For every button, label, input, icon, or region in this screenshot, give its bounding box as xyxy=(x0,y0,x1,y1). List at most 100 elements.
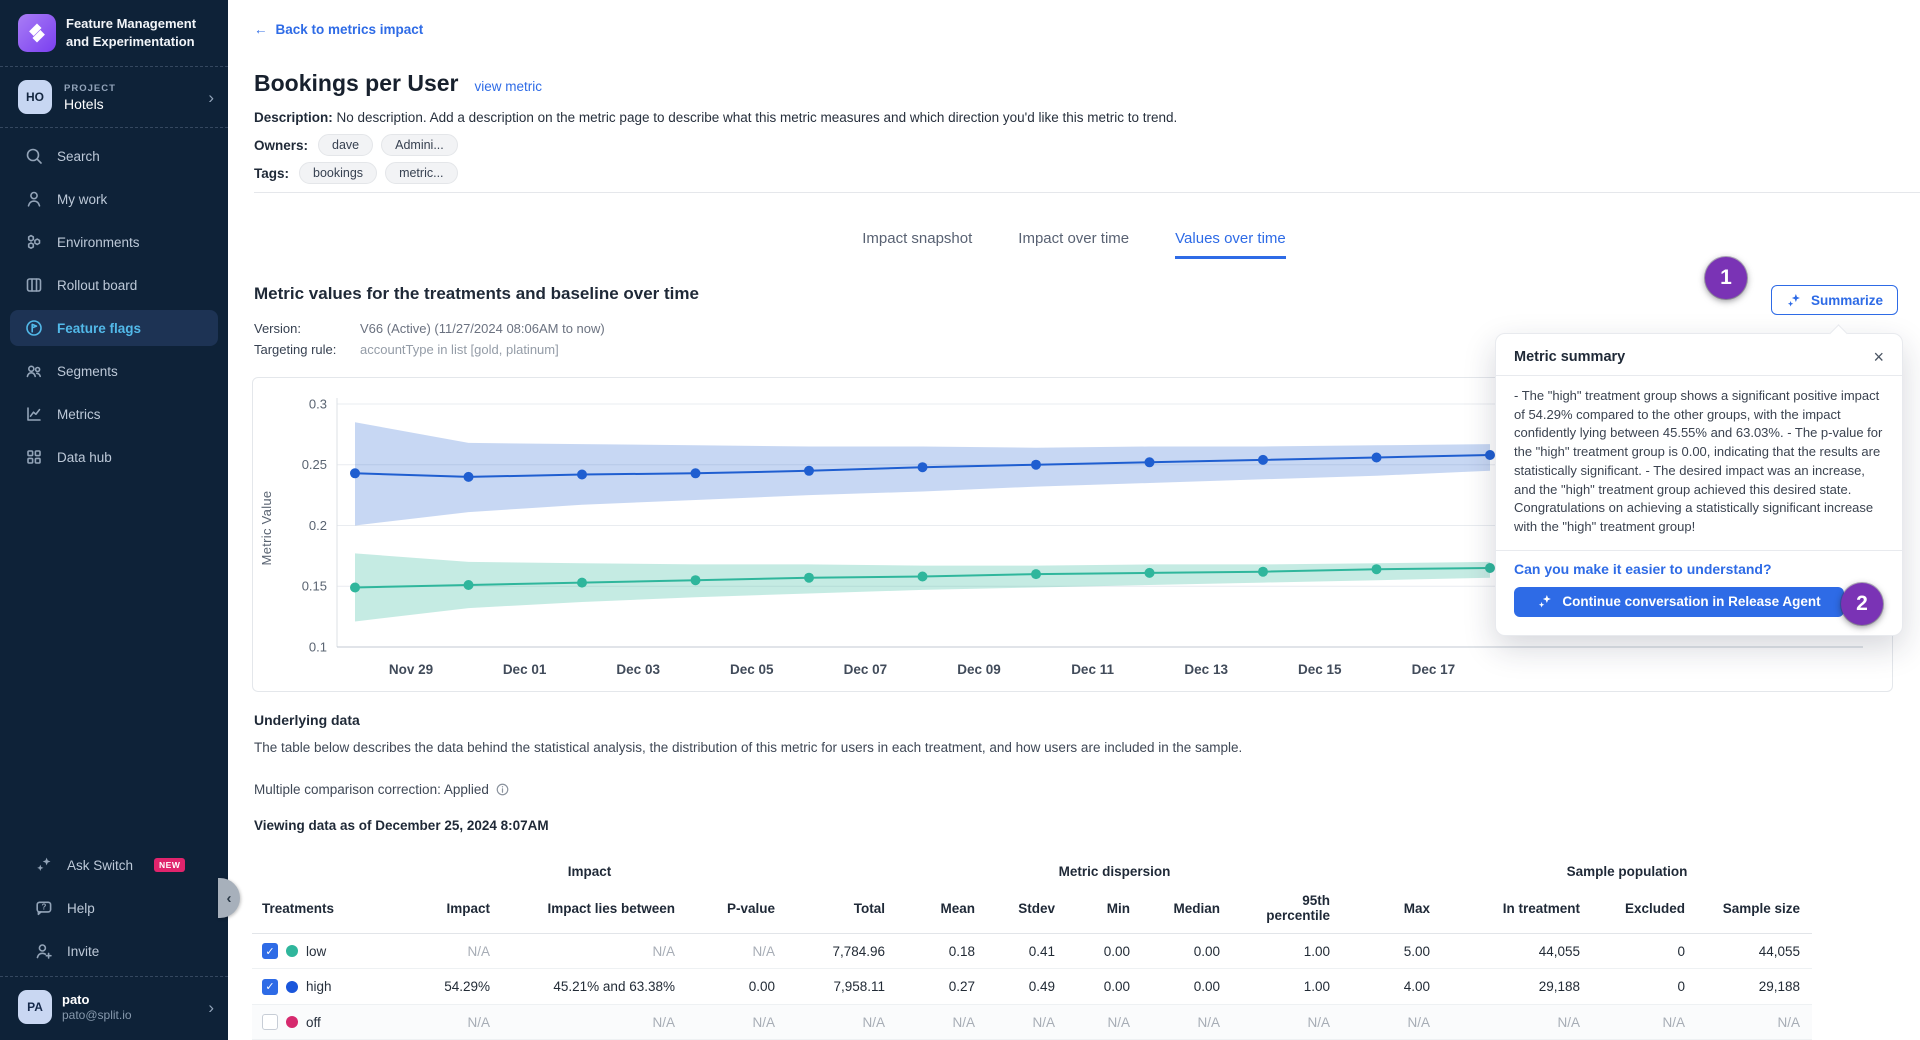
sidebar-item-search[interactable]: Search xyxy=(10,138,218,174)
table-cell: 7,958.11 xyxy=(787,969,897,1004)
user-email: pato@split.io xyxy=(62,1008,198,1022)
table-cell: N/A xyxy=(1142,1004,1232,1039)
treatment-checkbox-low[interactable]: ✓ xyxy=(262,943,278,959)
sidebar-item-ask-switch[interactable]: Ask SwitchNEW xyxy=(20,847,208,883)
sidebar-item-feature-flags[interactable]: Feature flags xyxy=(10,310,218,346)
column-header-sample-size: Sample size xyxy=(1697,887,1812,934)
tag-pill: bookings xyxy=(299,162,377,184)
my-work-icon xyxy=(24,189,44,209)
svg-text:Nov 29: Nov 29 xyxy=(389,662,433,677)
view-metric-link[interactable]: view metric xyxy=(475,79,543,94)
sidebar-item-rollout-board[interactable]: Rollout board xyxy=(10,267,218,303)
table-cell: 0.49 xyxy=(987,969,1067,1004)
back-link[interactable]: ← Back to metrics impact xyxy=(254,22,423,37)
sidebar-item-label: Metrics xyxy=(57,407,101,422)
table-cell: 54.29% xyxy=(392,969,502,1004)
table-cell: 5.00 xyxy=(1342,934,1442,969)
table-cell: 29,188 xyxy=(1697,969,1812,1004)
tab-impact-over-time[interactable]: Impact over time xyxy=(1018,230,1129,259)
continue-conversation-button[interactable]: Continue conversation in Release Agent xyxy=(1514,587,1844,617)
column-header-95th-percentile: 95th percentile xyxy=(1232,887,1342,934)
app-logo[interactable]: Feature Management and Experimentation xyxy=(0,0,228,66)
svg-text:Metric Value: Metric Value xyxy=(259,491,274,566)
tab-values-over-time[interactable]: Values over time xyxy=(1175,230,1286,259)
chevron-left-icon: ‹ xyxy=(227,890,232,907)
divider xyxy=(254,192,1920,193)
svg-text:Dec 13: Dec 13 xyxy=(1184,662,1228,677)
chevron-right-icon: › xyxy=(208,999,214,1016)
section-heading: Metric values for the treatments and bas… xyxy=(254,284,699,304)
sidebar-item-help[interactable]: ?Help xyxy=(20,890,208,926)
table-cell: 4.00 xyxy=(1342,969,1442,1004)
underlying-data-heading: Underlying data xyxy=(254,712,360,728)
invite-icon xyxy=(34,941,54,961)
table-cell: 0.27 xyxy=(897,969,987,1004)
table-cell: N/A xyxy=(392,1004,502,1039)
table-cell: N/A xyxy=(687,1004,787,1039)
user-menu[interactable]: PA pato pato@split.io › xyxy=(0,977,228,1040)
data-hub-icon xyxy=(24,447,44,467)
sidebar-item-label: Rollout board xyxy=(57,278,137,293)
column-header-in-treatment: In treatment xyxy=(1442,887,1592,934)
sidebar-item-environments[interactable]: Environments xyxy=(10,224,218,260)
project-label: PROJECT xyxy=(64,83,196,94)
split-logo-icon xyxy=(18,14,56,52)
info-icon[interactable] xyxy=(495,782,510,797)
sidebar-item-label: Help xyxy=(67,901,95,916)
segments-icon xyxy=(24,361,44,381)
tags-label: Tags: xyxy=(254,166,289,181)
svg-text:0.2: 0.2 xyxy=(309,518,327,533)
svg-text:0.1: 0.1 xyxy=(309,640,327,655)
treatment-row-high: ✓high54.29%45.21% and 63.38%0.007,958.11… xyxy=(252,969,1812,1004)
underlying-data-table: ImpactMetric dispersionSample population… xyxy=(252,860,1812,1040)
sidebar-item-metrics[interactable]: Metrics xyxy=(10,396,218,432)
sidebar-item-invite[interactable]: Invite xyxy=(20,933,208,969)
table-cell: N/A xyxy=(1067,1004,1142,1039)
viewing-data-timestamp: Viewing data as of December 25, 2024 8:0… xyxy=(254,818,549,833)
sidebar-item-label: Data hub xyxy=(57,450,112,465)
sidebar-item-my-work[interactable]: My work xyxy=(10,181,218,217)
close-icon[interactable]: × xyxy=(1873,348,1884,366)
cta-label: Continue conversation in Release Agent xyxy=(1562,594,1820,609)
sidebar-item-data-hub[interactable]: Data hub xyxy=(10,439,218,475)
treatment-checkbox-off[interactable] xyxy=(262,1014,278,1030)
treatment-checkbox-high[interactable]: ✓ xyxy=(262,979,278,995)
search-icon xyxy=(24,146,44,166)
sidebar-item-label: My work xyxy=(57,192,107,207)
treatment-color-dot xyxy=(286,1016,298,1028)
arrow-left-icon: ← xyxy=(254,22,268,37)
annotation-step-1: 1 xyxy=(1705,257,1747,299)
table-cell: N/A xyxy=(502,934,687,969)
popup-title: Metric summary xyxy=(1514,349,1625,365)
description-label: Description: xyxy=(254,110,333,125)
column-header-median: Median xyxy=(1142,887,1232,934)
metric-description: Description: No description. Add a descr… xyxy=(254,110,1177,125)
main-content: ← Back to metrics impact Bookings per Us… xyxy=(228,0,1920,1040)
table-cell: N/A xyxy=(687,934,787,969)
table-cell: 45.21% and 63.38% xyxy=(502,969,687,1004)
project-switcher[interactable]: HO PROJECT Hotels › xyxy=(0,67,228,127)
sidebar-item-segments[interactable]: Segments xyxy=(10,353,218,389)
page-title: Bookings per User xyxy=(254,70,459,97)
easier-to-understand-link[interactable]: Can you make it easier to understand? xyxy=(1514,561,1884,577)
column-header-excluded: Excluded xyxy=(1592,887,1697,934)
table-cell: N/A xyxy=(502,1004,687,1039)
version-info: Version: V66 (Active) (11/27/2024 08:06A… xyxy=(254,318,605,360)
table-cell: 1.00 xyxy=(1232,969,1342,1004)
table-cell: 0 xyxy=(1592,969,1697,1004)
owners-label: Owners: xyxy=(254,138,308,153)
svg-text:Dec 09: Dec 09 xyxy=(957,662,1001,677)
summarize-button[interactable]: Summarize xyxy=(1771,285,1898,315)
table-cell: 44,055 xyxy=(1442,934,1592,969)
annotation-step-2: 2 xyxy=(1841,583,1883,625)
rollout-board-icon xyxy=(24,275,44,295)
svg-text:0.15: 0.15 xyxy=(302,579,327,594)
table-cell: 0.00 xyxy=(1142,969,1232,1004)
sidebar-item-label: Segments xyxy=(57,364,118,379)
tab-impact-snapshot[interactable]: Impact snapshot xyxy=(862,230,972,259)
svg-text:Dec 01: Dec 01 xyxy=(503,662,547,677)
column-header-mean: Mean xyxy=(897,887,987,934)
sparkles-icon xyxy=(1537,593,1554,610)
tab-bar: Impact snapshot Impact over time Values ov… xyxy=(228,230,1920,259)
sidebar-nav: Search My work Environments Rollout board Fe… xyxy=(0,128,228,482)
